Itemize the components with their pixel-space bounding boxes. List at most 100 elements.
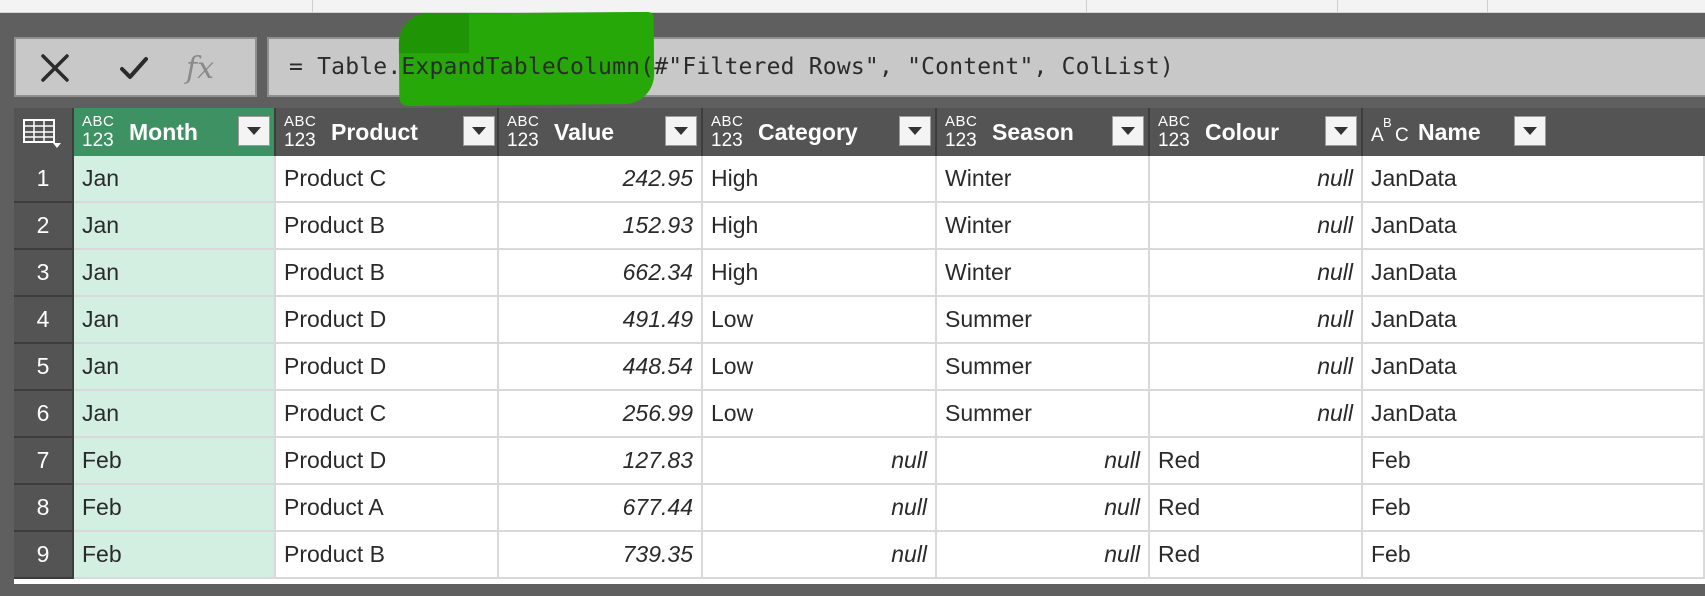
row-number[interactable]: 8	[14, 485, 74, 532]
table-menu-button[interactable]	[14, 108, 74, 156]
column-header-category[interactable]: ABC 123 Category	[703, 108, 937, 156]
cell-name: JanData	[1363, 344, 1705, 391]
row-number[interactable]: 5	[14, 344, 74, 391]
cell-category: null	[703, 485, 937, 532]
cell-season: Summer	[937, 344, 1150, 391]
cell-colour: Red	[1150, 532, 1363, 579]
column-header-label: Category	[758, 119, 858, 145]
cell-colour: null	[1150, 156, 1363, 203]
column-header-label: Value	[554, 119, 615, 145]
table-row: 6 Jan Product C 256.99 Low Summer null JanData	[14, 391, 1705, 438]
cell-category: null	[703, 532, 937, 579]
ribbon-divider	[1337, 0, 1338, 12]
cell-colour: null	[1150, 391, 1363, 438]
row-number[interactable]: 4	[14, 297, 74, 344]
cell-value: 448.54	[499, 344, 703, 391]
cell-season: Winter	[937, 203, 1150, 250]
table-row: 5 Jan Product D 448.54 Low Summer null JanData	[14, 344, 1705, 391]
cell-month: Jan	[74, 250, 276, 297]
cell-value: 127.83	[499, 438, 703, 485]
cell-month: Feb	[74, 485, 276, 532]
cell-category: Low	[703, 391, 937, 438]
row-number[interactable]: 6	[14, 391, 74, 438]
ribbon-divider	[1086, 0, 1087, 12]
row-number[interactable]: 3	[14, 250, 74, 297]
column-header-season[interactable]: ABC 123 Season	[937, 108, 1150, 156]
cell-category: High	[703, 203, 937, 250]
close-icon	[41, 54, 69, 82]
cell-value: 739.35	[499, 532, 703, 579]
table-row: 3 Jan Product B 662.34 High Winter null JanData	[14, 250, 1705, 297]
cell-category: null	[703, 438, 937, 485]
column-header-product[interactable]: ABC 123 Product	[276, 108, 499, 156]
cell-month: Jan	[74, 156, 276, 203]
row-number[interactable]: 1	[14, 156, 74, 203]
row-number[interactable]: 2	[14, 203, 74, 250]
any-type-icon[interactable]: ABC 123	[507, 114, 541, 150]
cell-product: Product B	[276, 203, 499, 250]
column-header-label: Name	[1418, 119, 1481, 145]
table-icon	[23, 119, 61, 148]
any-type-icon[interactable]: ABC 123	[711, 114, 745, 150]
cell-value: 152.93	[499, 203, 703, 250]
row-number[interactable]: 9	[14, 532, 74, 579]
chevron-down-icon	[472, 127, 486, 135]
cell-value: 242.95	[499, 156, 703, 203]
column-header-colour[interactable]: ABC 123 Colour	[1150, 108, 1363, 156]
any-type-icon[interactable]: ABC 123	[945, 114, 979, 150]
chevron-down-icon	[247, 127, 261, 135]
filter-dropdown-button[interactable]	[238, 116, 270, 146]
cell-month: Jan	[74, 391, 276, 438]
filter-dropdown-button[interactable]	[463, 116, 495, 146]
any-type-icon[interactable]: ABC 123	[284, 114, 318, 150]
cell-season: Winter	[937, 250, 1150, 297]
filter-dropdown-button[interactable]	[1112, 116, 1144, 146]
fx-icon: fx	[185, 50, 215, 86]
cell-colour: Red	[1150, 438, 1363, 485]
filter-dropdown-button[interactable]	[1325, 116, 1357, 146]
cancel-button[interactable]	[35, 51, 75, 85]
column-header-row: ABC 123 Month ABC 123 Product ABC 123 Value…	[14, 108, 1705, 156]
cell-value: 256.99	[499, 391, 703, 438]
cell-value: 662.34	[499, 250, 703, 297]
cell-season: null	[937, 532, 1150, 579]
column-header-value[interactable]: ABC 123 Value	[499, 108, 703, 156]
cell-value: 677.44	[499, 485, 703, 532]
cell-season: null	[937, 438, 1150, 485]
cell-category: High	[703, 250, 937, 297]
cell-value: 491.49	[499, 297, 703, 344]
cell-month: Jan	[74, 344, 276, 391]
chevron-down-icon	[1121, 127, 1135, 135]
table-row: 8 Feb Product A 677.44 null null Red Feb	[14, 485, 1705, 532]
any-type-icon[interactable]: ABC 123	[82, 114, 116, 150]
top-ribbon-strip	[0, 0, 1705, 13]
cell-month: Jan	[74, 297, 276, 344]
commit-button[interactable]	[114, 51, 154, 85]
cell-category: Low	[703, 297, 937, 344]
ribbon-divider	[1487, 0, 1488, 12]
filter-dropdown-button[interactable]	[899, 116, 931, 146]
filter-dropdown-button[interactable]	[665, 116, 697, 146]
cell-colour: null	[1150, 250, 1363, 297]
any-type-icon[interactable]: ABC 123	[1158, 114, 1192, 150]
table-row: 4 Jan Product D 491.49 Low Summer null JanData	[14, 297, 1705, 344]
formula-text[interactable]: = Table.ExpandTableColumn(#"Filtered Row…	[289, 39, 1174, 95]
text-type-icon[interactable]: ABC	[1371, 114, 1409, 150]
cell-product: Product C	[276, 391, 499, 438]
filter-dropdown-button[interactable]	[1514, 116, 1546, 146]
cell-product: Product B	[276, 532, 499, 579]
row-number[interactable]: 7	[14, 438, 74, 485]
cell-name: Feb	[1363, 532, 1705, 579]
formula-bar[interactable]: = Table.ExpandTableColumn(#"Filtered Row…	[267, 11, 1705, 107]
chevron-down-icon	[908, 127, 922, 135]
column-header-name[interactable]: ABC Name	[1363, 108, 1705, 156]
cell-product: Product A	[276, 485, 499, 532]
chevron-down-icon	[1523, 127, 1537, 135]
insert-function-button[interactable]: fx	[180, 50, 220, 86]
cell-colour: null	[1150, 344, 1363, 391]
cell-name: JanData	[1363, 391, 1705, 438]
formula-buttons: fx	[14, 37, 257, 97]
cell-month: Jan	[74, 203, 276, 250]
column-header-label: Month	[129, 119, 198, 145]
column-header-month[interactable]: ABC 123 Month	[74, 108, 276, 156]
